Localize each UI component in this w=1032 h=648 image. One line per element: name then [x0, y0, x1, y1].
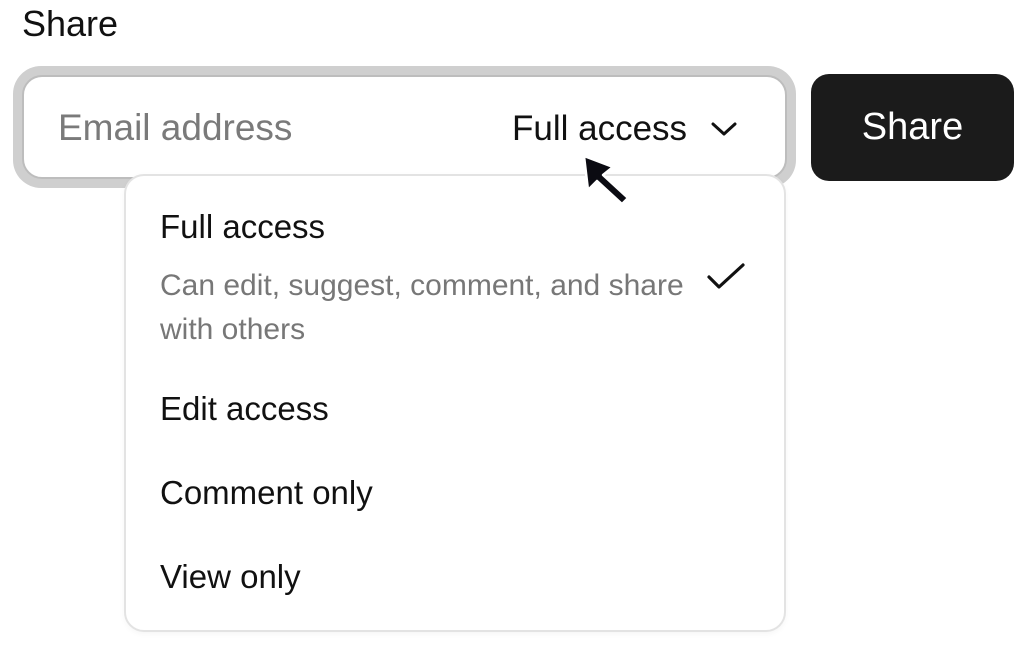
- menu-item-full-access[interactable]: Full access Can edit, suggest, comment, …: [126, 176, 784, 354]
- menu-item-description: Can edit, suggest, comment, and share wi…: [160, 269, 684, 346]
- access-level-menu: Full access Can edit, suggest, comment, …: [124, 174, 786, 632]
- menu-item-label: Full access: [160, 208, 326, 245]
- menu-item-label: View only: [160, 558, 301, 595]
- access-level-selected-label: Full access: [512, 109, 688, 148]
- menu-item-view-only[interactable]: View only: [126, 522, 784, 606]
- menu-item-edit-access[interactable]: Edit access: [126, 354, 784, 438]
- mouse-cursor-icon: [582, 154, 630, 206]
- share-heading: Share: [22, 3, 119, 44]
- share-button[interactable]: Share: [811, 74, 1014, 181]
- menu-item-label: Comment only: [160, 474, 373, 511]
- access-level-dropdown[interactable]: Full access: [512, 103, 739, 155]
- checkmark-icon: [707, 263, 745, 289]
- chevron-down-icon: [711, 122, 737, 136]
- menu-item-comment-only[interactable]: Comment only: [126, 438, 784, 522]
- email-input[interactable]: [58, 104, 478, 152]
- menu-item-label: Edit access: [160, 390, 329, 427]
- share-input-group: Full access: [22, 75, 787, 179]
